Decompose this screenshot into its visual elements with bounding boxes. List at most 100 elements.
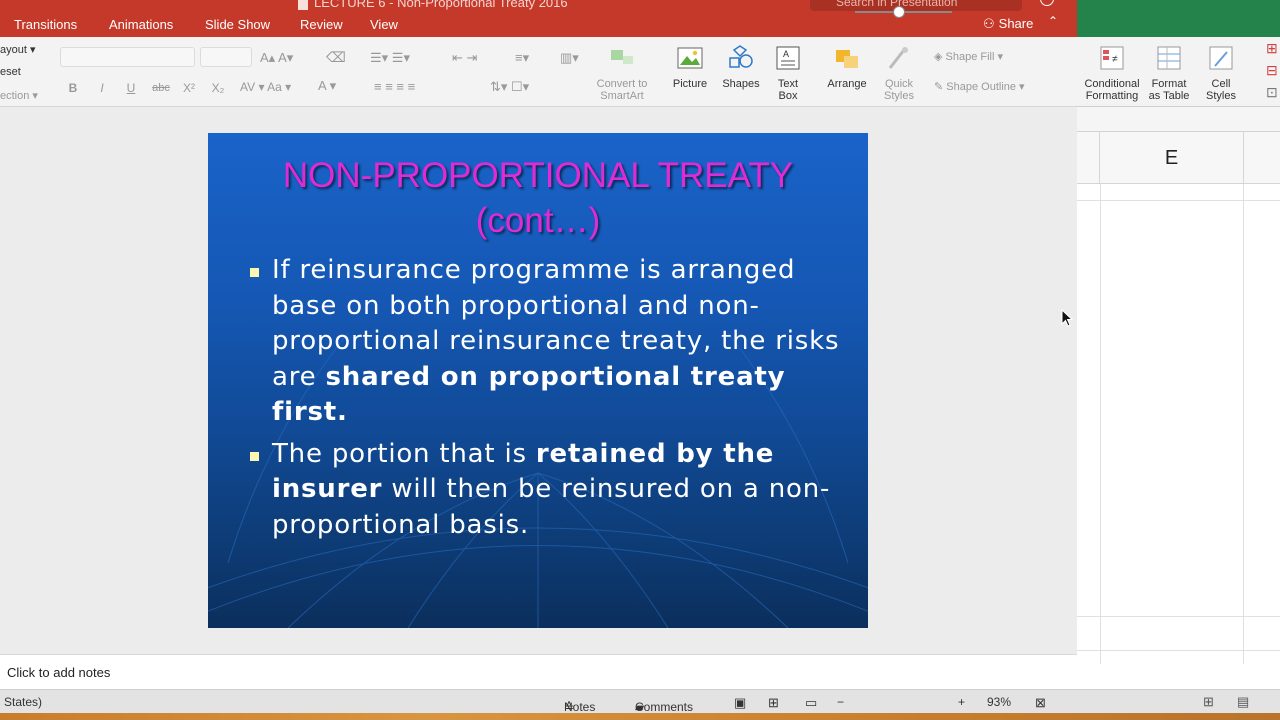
zoom-in-button[interactable]: + <box>958 695 965 709</box>
italic-button[interactable]: I <box>91 79 113 97</box>
share-button[interactable]: ⚇ Share <box>983 16 1033 32</box>
document-icon <box>298 0 308 10</box>
strikethrough-button[interactable]: abc <box>150 79 172 97</box>
format-cells-icon[interactable]: ⊡ <box>1266 84 1278 101</box>
table-icon <box>1157 46 1181 70</box>
search-input[interactable]: Search in Presentation <box>810 0 1022 11</box>
arrange-icon <box>836 50 858 68</box>
slide-canvas[interactable]: NON-PROPORTIONAL TREATY (cont…) If reins… <box>208 133 868 628</box>
grid-line <box>1243 184 1244 664</box>
share-label: Share <box>998 16 1034 31</box>
conditional-formatting-icon: ≠ <box>1100 46 1124 70</box>
window-title-text: LECTURE 6 - Non-Proportional Treaty 2016 <box>314 0 568 10</box>
grid-line <box>1077 650 1280 651</box>
dock-strip <box>0 713 1280 720</box>
slide-body: If reinsurance programme is arranged bas… <box>248 253 848 549</box>
bold-button[interactable]: B <box>62 79 84 97</box>
font-family-select[interactable] <box>60 47 195 67</box>
text-direction-icon[interactable]: ⇅▾ ☐▾ <box>490 79 529 95</box>
column-header-f[interactable] <box>1244 132 1280 184</box>
align-icons[interactable]: ≡ ≡ ≡ ≡ <box>374 79 415 94</box>
excel-page-layout-icon[interactable]: ▤ <box>1237 694 1249 710</box>
normal-view-icon[interactable]: ▣ <box>734 695 746 711</box>
textbox-button[interactable]: A Text Box <box>770 44 806 102</box>
window-title: LECTURE 6 - Non-Proportional Treaty 2016 <box>298 0 568 10</box>
zoom-level[interactable]: 93% <box>987 695 1011 709</box>
paint-bucket-icon: ◈ <box>934 51 943 63</box>
bullet-marker <box>250 451 259 461</box>
shapes-button[interactable]: Shapes <box>718 44 764 90</box>
tab-review[interactable]: Review <box>300 17 343 32</box>
zoom-out-button[interactable]: − <box>837 695 844 709</box>
notes-pane[interactable]: Click to add notes <box>0 654 1077 689</box>
char-spacing-icon[interactable]: AV ▾ Aa ▾ <box>240 80 291 94</box>
svg-text:≠: ≠ <box>1112 54 1118 65</box>
conditional-formatting-button[interactable]: ≠ Conditional Formatting <box>1083 44 1141 102</box>
presenter-view-icon[interactable]: ▭ <box>805 695 817 711</box>
mouse-cursor-icon <box>1061 309 1073 327</box>
slide-title-line1: NON-PROPORTIONAL TREATY <box>282 156 794 195</box>
convert-smartart-button[interactable]: Convert to SmartArt <box>594 44 650 102</box>
reset-button[interactable]: eset <box>0 66 21 78</box>
grow-font-button[interactable]: A▴ A▾ <box>260 50 293 66</box>
quick-styles-button[interactable]: Quick Styles <box>878 44 920 102</box>
picture-button[interactable]: Picture <box>668 44 712 90</box>
shapes-icon <box>729 45 753 68</box>
line-spacing-icon[interactable]: ≡▾ <box>515 50 529 66</box>
formula-bar[interactable] <box>1077 107 1280 132</box>
bullets-icon[interactable]: ☰▾ ☰▾ <box>370 50 410 66</box>
svg-text:A: A <box>783 49 789 59</box>
smartart-icon <box>611 50 633 64</box>
font-size-select[interactable] <box>200 47 252 67</box>
grid-line <box>1077 200 1280 201</box>
language-status[interactable]: States) <box>4 695 42 709</box>
insert-cells-icon[interactable]: ⊞ <box>1266 40 1278 57</box>
status-bar: States) ≙ Notes ▰ Comments ▣ ⊞ ▭ − + 93%… <box>0 689 1077 714</box>
bullet-item: If reinsurance programme is arranged bas… <box>248 253 848 431</box>
subscript-button[interactable]: X₂ <box>207 79 229 97</box>
share-icon: ⚇ <box>983 16 995 31</box>
cell-styles-icon <box>1209 46 1233 70</box>
spreadsheet-grid[interactable] <box>1077 132 1280 689</box>
grid-line <box>1077 616 1280 617</box>
bullet-marker <box>250 268 259 277</box>
tab-view[interactable]: View <box>370 17 398 32</box>
bullet1-bold-text: shared on proportional treaty first. <box>272 361 786 428</box>
layout-button[interactable]: ayout ▾ <box>0 43 36 56</box>
format-as-table-button[interactable]: Format as Table <box>1145 44 1193 102</box>
indent-icon[interactable]: ⇤ ⇥ <box>452 50 477 66</box>
slide-title-line2: (cont…) <box>475 201 601 240</box>
excel-normal-view-icon[interactable]: ⊞ <box>1203 694 1214 710</box>
columns-icon[interactable]: ▥▾ <box>560 50 579 66</box>
tab-slide-show[interactable]: Slide Show <box>205 17 270 32</box>
grid-line <box>1100 184 1101 664</box>
slide-title: NON-PROPORTIONAL TREATY (cont…) <box>208 153 868 243</box>
bullet-item: The portion that is retained by the insu… <box>248 437 848 544</box>
column-header-d[interactable] <box>1077 132 1100 184</box>
superscript-button[interactable]: X² <box>178 79 200 97</box>
shape-outline-button[interactable]: ✎ Shape Outline ▾ <box>934 80 1025 93</box>
collapse-ribbon-icon[interactable]: ⌃ <box>1048 14 1058 28</box>
cell-styles-button[interactable]: Cell Styles <box>1200 44 1242 102</box>
column-header-e[interactable]: E <box>1100 132 1244 184</box>
shape-fill-button[interactable]: ◈ Shape Fill ▾ <box>934 50 1003 63</box>
underline-button[interactable]: U <box>120 79 142 97</box>
zoom-slider-handle[interactable] <box>893 6 905 18</box>
arrange-button[interactable]: Arrange <box>824 44 870 90</box>
section-button[interactable]: ection ▾ <box>0 89 38 102</box>
notes-placeholder: Click to add notes <box>7 665 111 680</box>
tab-animations[interactable]: Animations <box>109 17 173 32</box>
excel-status-bar: ⊞ ▤ <box>1077 689 1280 713</box>
pencil-icon: ✎ <box>934 81 944 93</box>
fit-to-window-icon[interactable]: ⊠ <box>1035 695 1046 711</box>
tab-transitions[interactable]: Transitions <box>14 17 77 32</box>
bullet2-text: The portion that is <box>272 438 536 469</box>
font-color-icon[interactable]: A ▾ <box>318 78 336 94</box>
quick-styles-icon <box>888 47 908 69</box>
excel-title-bar <box>1077 0 1280 37</box>
clear-format-icon[interactable]: ⌫ <box>326 49 346 66</box>
delete-cells-icon[interactable]: ⊟ <box>1266 62 1278 79</box>
picture-icon <box>677 47 703 69</box>
slide-sorter-icon[interactable]: ⊞ <box>768 695 779 711</box>
textbox-icon: A <box>776 46 800 70</box>
